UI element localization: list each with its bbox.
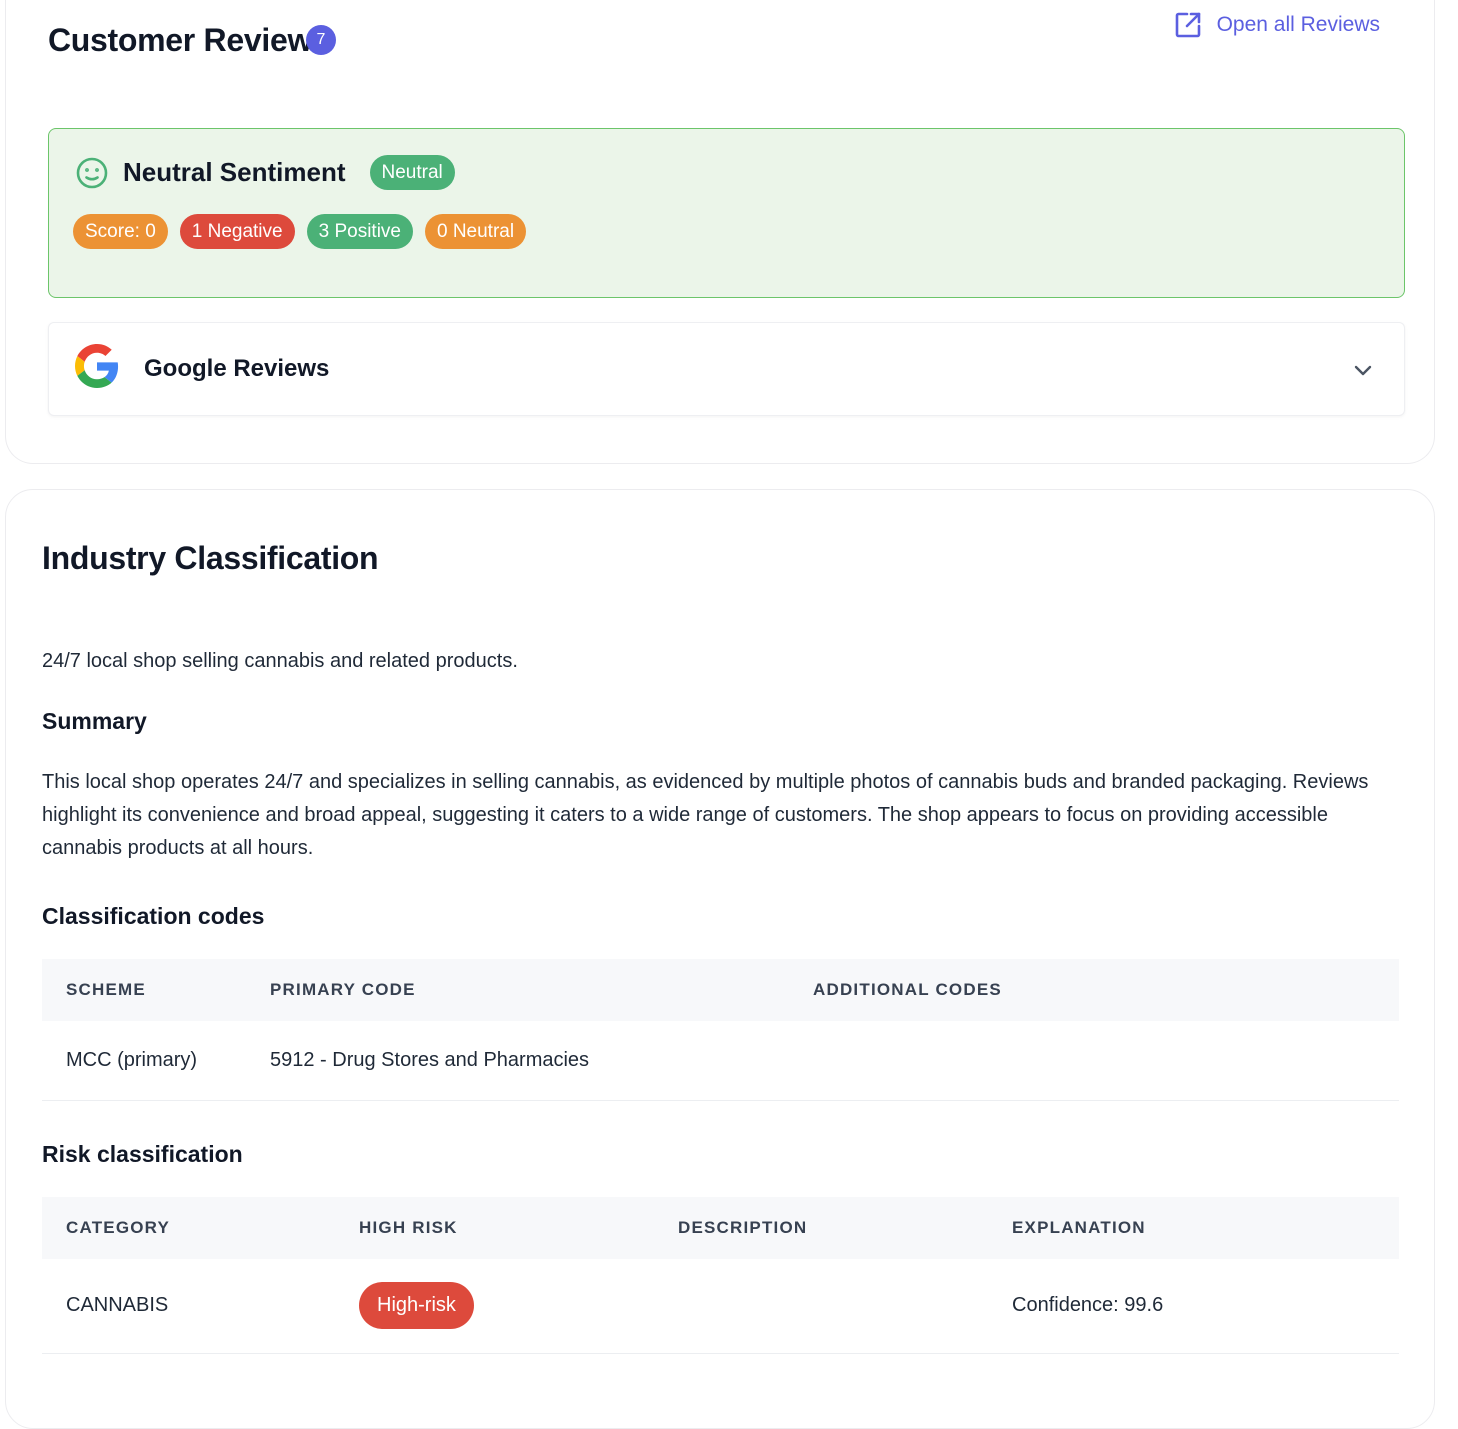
column-header-additional-codes: ADDITIONAL CODES [813, 980, 1002, 999]
cell-explanation: Confidence: 99.6 [988, 1259, 1399, 1354]
sentiment-title: Neutral Sentiment [123, 157, 346, 187]
column-header-explanation: EXPLANATION [1012, 1218, 1146, 1237]
neutral-face-icon [75, 156, 109, 190]
risk-classification-heading: Risk classification [42, 1141, 243, 1167]
sentiment-stats: Score: 0 1 Negative 3 Positive 0 Neutral [73, 214, 527, 249]
google-logo-icon [75, 344, 119, 393]
column-header-category: CATEGORY [66, 1218, 171, 1237]
industry-classification-card: Industry Classification 24/7 local shop … [5, 489, 1435, 1429]
score-pill: Score: 0 [73, 214, 168, 249]
chevron-down-icon[interactable] [1352, 359, 1374, 386]
column-header-primary-code: PRIMARY CODE [270, 980, 416, 999]
cell-scheme: MCC (primary) [42, 1021, 246, 1101]
column-header-scheme: SCHEME [66, 980, 146, 999]
table-row: MCC (primary) 5912 - Drug Stores and Pha… [42, 1021, 1399, 1101]
review-count-badge: 7 [306, 25, 336, 55]
industry-description: 24/7 local shop selling cannabis and rel… [42, 650, 518, 672]
cell-category: CANNABIS [42, 1259, 335, 1354]
summary-text: This local shop operates 24/7 and specia… [42, 771, 1369, 859]
column-header-high-risk: HIGH RISK [359, 1218, 458, 1237]
open-all-reviews-link[interactable]: Open all Reviews [1173, 10, 1380, 40]
summary-heading: Summary [42, 708, 147, 734]
cell-high-risk: High-risk [335, 1259, 654, 1354]
customer-reviews-header: Customer Reviews 7 [48, 20, 336, 60]
customer-reviews-title: Customer Reviews [48, 22, 330, 58]
cell-additional-codes [789, 1021, 1399, 1101]
high-risk-badge: High-risk [359, 1282, 474, 1330]
positive-count-pill: 3 Positive [306, 214, 413, 249]
customer-reviews-card: Customer Reviews 7 Open all Reviews Neut… [5, 0, 1435, 464]
google-reviews-accordion[interactable]: Google Reviews [48, 322, 1405, 416]
negative-count-pill: 1 Negative [179, 214, 295, 249]
external-link-icon [1173, 10, 1203, 40]
google-reviews-title: Google Reviews [144, 355, 330, 382]
table-header-row: SCHEME PRIMARY CODE ADDITIONAL CODES [42, 959, 1399, 1021]
industry-classification-title: Industry Classification [42, 540, 379, 576]
cell-description [654, 1259, 988, 1354]
sentiment-summary-box: Neutral Sentiment Neutral Score: 0 1 Neg… [48, 128, 1405, 298]
risk-classification-table: CATEGORY HIGH RISK DESCRIPTION EXPLANATI… [42, 1197, 1399, 1354]
column-header-description: DESCRIPTION [678, 1218, 808, 1237]
classification-codes-table: SCHEME PRIMARY CODE ADDITIONAL CODES MCC… [42, 959, 1399, 1101]
table-header-row: CATEGORY HIGH RISK DESCRIPTION EXPLANATI… [42, 1197, 1399, 1259]
cell-primary-code: 5912 - Drug Stores and Pharmacies [246, 1021, 789, 1101]
open-all-reviews-label: Open all Reviews [1216, 13, 1380, 36]
neutral-count-pill: 0 Neutral [424, 214, 527, 249]
sentiment-badge: Neutral [369, 155, 455, 190]
table-row: CANNABIS High-risk Confidence: 99.6 [42, 1259, 1399, 1354]
classification-codes-heading: Classification codes [42, 903, 265, 929]
